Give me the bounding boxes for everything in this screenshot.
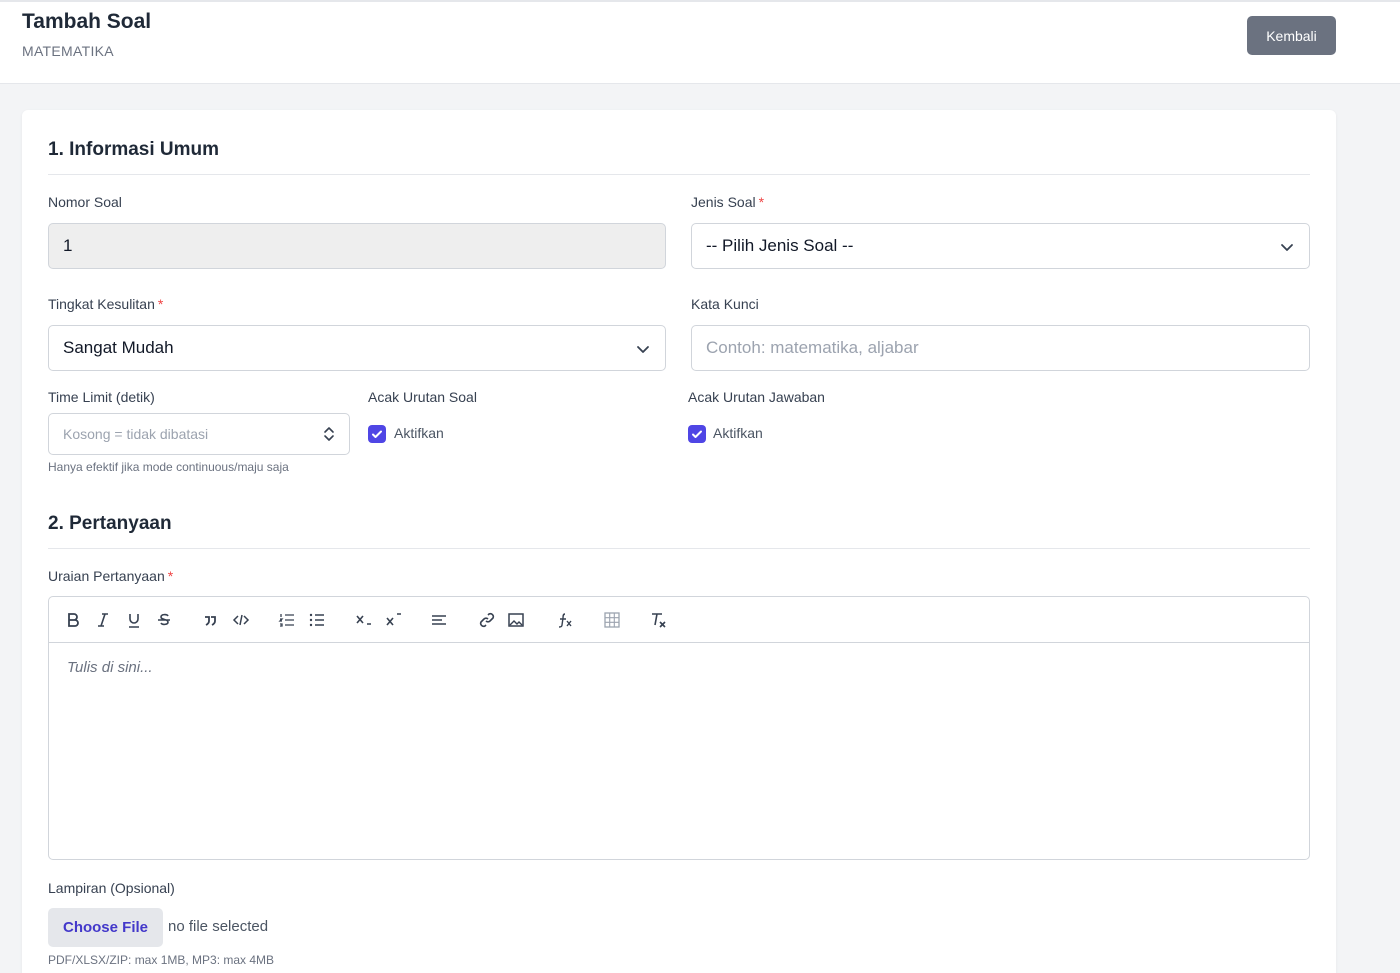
spinner-icon[interactable]	[323, 425, 335, 443]
section-divider	[48, 174, 1310, 175]
section-title-pertanyaan: 2. Pertanyaan	[48, 513, 172, 534]
tingkat-kesulitan-label: Tingkat Kesulitan *	[48, 296, 164, 312]
tingkat-kesulitan-select[interactable]: Sangat Mudah	[48, 325, 666, 371]
strikethrough-icon[interactable]	[153, 609, 175, 631]
image-icon[interactable]	[505, 609, 527, 631]
check-icon	[692, 430, 702, 438]
formula-icon[interactable]	[554, 609, 576, 631]
ordered-list-icon[interactable]	[276, 609, 298, 631]
section-divider	[48, 548, 1310, 549]
clear-format-icon[interactable]	[647, 609, 669, 631]
table-icon[interactable]	[601, 609, 623, 631]
jenis-soal-select[interactable]: -- Pilih Jenis Soal --	[691, 223, 1310, 269]
nomor-soal-value: 1	[63, 236, 73, 255]
jenis-soal-value: -- Pilih Jenis Soal --	[706, 236, 854, 255]
chevron-down-icon	[1281, 244, 1293, 251]
form-card: 1. Informasi Umum Nomor Soal 1 Jenis Soa…	[22, 110, 1336, 973]
rich-text-editor[interactable]: Tulis di sini...	[48, 596, 1310, 860]
lampiran-label: Lampiran (Opsional)	[48, 880, 175, 896]
acak-soal-checkbox[interactable]	[368, 425, 386, 443]
kata-kunci-label: Kata Kunci	[691, 296, 759, 312]
bullet-list-icon[interactable]	[306, 609, 328, 631]
nomor-soal-label: Nomor Soal	[48, 194, 122, 210]
kata-kunci-placeholder: Contoh: matematika, aljabar	[706, 338, 919, 357]
tingkat-kesulitan-value: Sangat Mudah	[63, 338, 174, 357]
acak-jawaban-checkbox[interactable]	[688, 425, 706, 443]
lampiran-hint: PDF/XLSX/ZIP: max 1MB, MP3: max 4MB	[48, 953, 275, 967]
acak-soal-label: Acak Urutan Soal	[368, 389, 477, 405]
italic-icon[interactable]	[92, 609, 114, 631]
acak-jawaban-label: Acak Urutan Jawaban	[688, 389, 825, 405]
page-header: Tambah Soal MATEMATIKA Kembali	[0, 2, 1400, 84]
blockquote-icon[interactable]	[199, 609, 221, 631]
choose-file-button[interactable]: Choose File	[48, 908, 163, 947]
page-subtitle: MATEMATIKA	[22, 43, 114, 59]
code-block-icon[interactable]	[230, 609, 252, 631]
chevron-down-icon	[637, 346, 649, 353]
time-limit-placeholder: Kosong = tidak dibatasi	[63, 426, 209, 442]
uraian-label: Uraian Pertanyaan *	[48, 568, 174, 584]
file-status: no file selected	[168, 918, 269, 935]
bold-icon[interactable]	[62, 609, 84, 631]
back-button[interactable]: Kembali	[1247, 16, 1336, 55]
time-limit-input[interactable]: Kosong = tidak dibatasi	[48, 413, 350, 455]
page-title: Tambah Soal	[22, 10, 152, 33]
link-icon[interactable]	[476, 609, 498, 631]
time-limit-label: Time Limit (detik)	[48, 389, 155, 405]
time-limit-hint: Hanya efektif jika mode continuous/maju …	[48, 460, 289, 474]
align-icon[interactable]	[428, 609, 450, 631]
check-icon	[372, 430, 382, 438]
editor-placeholder[interactable]: Tulis di sini...	[67, 659, 153, 676]
acak-soal-checkbox-label[interactable]: Aktifkan	[394, 425, 444, 441]
subscript-icon[interactable]	[353, 609, 375, 631]
editor-toolbar	[49, 597, 1309, 643]
nomor-soal-input[interactable]: 1	[48, 223, 666, 269]
kata-kunci-input[interactable]: Contoh: matematika, aljabar	[691, 325, 1310, 371]
acak-jawaban-checkbox-label[interactable]: Aktifkan	[713, 425, 763, 441]
jenis-soal-label: Jenis Soal *	[691, 194, 765, 210]
superscript-icon[interactable]	[383, 609, 405, 631]
section-title-informasi-umum: 1. Informasi Umum	[48, 139, 220, 160]
underline-icon[interactable]	[123, 609, 145, 631]
